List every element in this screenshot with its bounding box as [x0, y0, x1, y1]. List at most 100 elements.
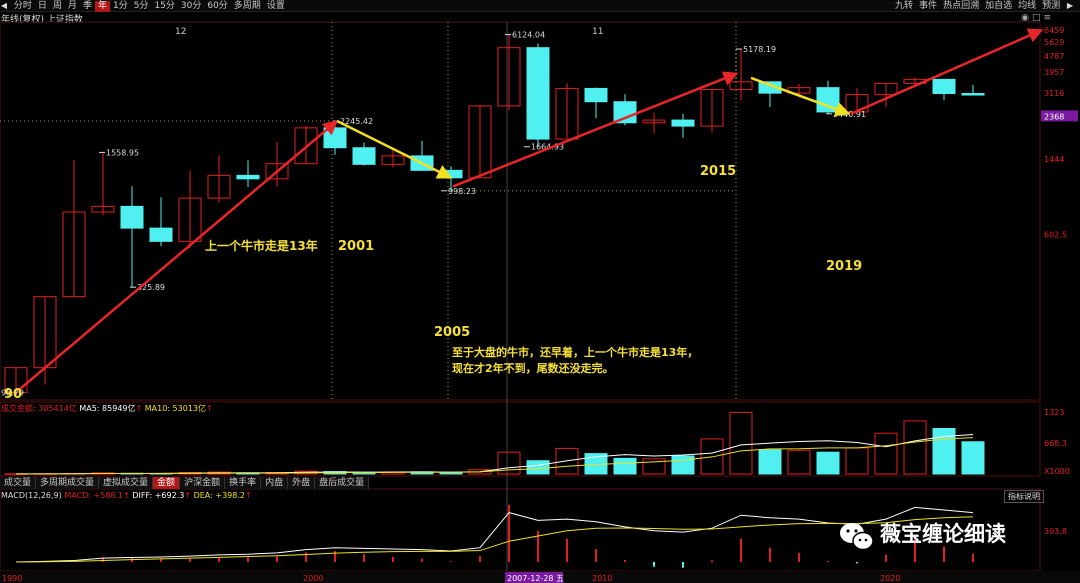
volume-bar: [787, 449, 811, 475]
cycle-count: 11: [592, 27, 603, 37]
candle: [33, 296, 57, 385]
y-tick-label: 1444: [1044, 155, 1064, 164]
candle: [236, 160, 260, 188]
indicator-tab[interactable]: 内盘: [261, 477, 289, 489]
price-label: 998.23: [448, 187, 476, 196]
indicator-tab[interactable]: 沪深金额: [180, 477, 226, 489]
candle: [178, 170, 202, 249]
candle: [323, 120, 347, 155]
candles: [4, 34, 985, 393]
candle-body: [120, 205, 144, 229]
annotation-text: 2015: [700, 164, 736, 179]
volume-tick: 668.3: [1044, 439, 1067, 448]
candle-body: [613, 101, 637, 124]
macd-value: MACD: +588.1: [64, 491, 124, 500]
y-tick-label: 4787: [1044, 52, 1064, 61]
candle: [352, 142, 376, 166]
indicator-tab[interactable]: 虚拟成交量: [99, 477, 154, 489]
volume-bar: [874, 432, 898, 475]
indicator-tab[interactable]: 多周期成交量: [36, 477, 100, 489]
y-tick-label: 602.5: [1044, 230, 1067, 239]
cycle-count: 12: [175, 27, 186, 37]
price-label: 5178.19: [743, 45, 776, 54]
trend-arrow: [850, 28, 1044, 115]
candle-body: [671, 119, 695, 127]
indicator-tab[interactable]: 盘后成交量: [315, 477, 370, 489]
volume-tick: 1323: [1044, 408, 1064, 417]
dea-line: [15, 516, 974, 563]
ma10-value: MA10: 53013亿: [144, 404, 206, 413]
candle: [207, 155, 231, 203]
indicator-tabs: 成交量 多周期成交量 虚拟成交量 金额 沪深金额 换手率 内盘 外盘 盘后成交量: [0, 477, 370, 489]
candle-body: [932, 78, 956, 95]
candle: [642, 112, 666, 134]
macd-panel: [15, 504, 974, 568]
candle: [932, 78, 956, 101]
indicator-help-button[interactable]: 指标说明: [1004, 490, 1044, 503]
volume-bars: [4, 411, 985, 475]
indicator-tab[interactable]: 换手率: [225, 477, 262, 489]
annotation-text: 上一个牛市走是13年: [205, 238, 318, 253]
y-tick-label: 6459: [1044, 26, 1064, 35]
x-tick-label: 2020: [880, 574, 900, 583]
annotation-text: 2005: [434, 325, 470, 340]
ma5-value: MA5: 85949亿: [79, 404, 136, 413]
indicator-tab[interactable]: 金额: [153, 477, 181, 489]
annotation-text: 至于大盘的牛市，还早着，上一个牛市走是13年，: [452, 345, 698, 359]
candle: [497, 34, 521, 111]
volume-bar: [729, 411, 753, 475]
candle-body: [236, 174, 260, 180]
volume-bar: [961, 441, 985, 475]
x-tick-label: 2000: [303, 574, 323, 583]
volume-bar: [526, 460, 550, 475]
x-tick-label: 2007-12-28 五: [507, 574, 564, 583]
candle-body: [584, 87, 608, 103]
volume-label: 成交金额: [1, 404, 33, 413]
y-tick-label: 3116: [1044, 89, 1064, 98]
macd-legend: MACD(12,26,9) MACD: +588.1↑ DIFF: +692.3…: [1, 491, 252, 500]
candle: [91, 152, 115, 216]
y-tick-label: 5629: [1044, 38, 1064, 47]
annotation-text: 2001: [338, 239, 374, 254]
y-tick-label: 3957: [1044, 68, 1064, 77]
price-label: 2440.91: [833, 110, 866, 119]
volume-bar: [613, 457, 637, 475]
candle: [62, 159, 86, 298]
trend-arrow: [17, 120, 339, 392]
volume-value: 305414亿: [38, 404, 77, 413]
candle: [555, 83, 579, 140]
candle: [149, 197, 173, 247]
candle: [671, 113, 695, 138]
macd-label: MACD(12,26,9): [1, 491, 62, 500]
indicator-tab[interactable]: 成交量: [0, 477, 37, 489]
annotation-text: 90: [4, 387, 22, 402]
watermark-text: 薇宝缠论细读: [880, 522, 1006, 546]
dif-value: DIFF: +692.3: [132, 491, 185, 500]
indicator-tab[interactable]: 外盘: [288, 477, 316, 489]
volume-bar: [903, 420, 927, 475]
candle: [700, 89, 724, 133]
y-tick-label: 2368: [1044, 112, 1064, 121]
candle: [961, 84, 985, 96]
annotation-text: 现在才2年不到，尾数还没走完。: [452, 361, 614, 375]
candle-body: [526, 47, 550, 140]
dif-line: [15, 506, 974, 563]
volume-tick: X1000: [1044, 467, 1070, 476]
x-tick-label: 2010: [592, 574, 612, 583]
candle-body: [352, 147, 376, 165]
annotation-text: 2019: [826, 259, 862, 274]
candle: [468, 105, 492, 179]
volume-bar: [845, 447, 869, 475]
candle-body: [323, 127, 347, 149]
candle-body: [149, 227, 173, 242]
wechat-logo-icon: [840, 523, 874, 551]
price-label: 6124.04: [512, 31, 545, 40]
volume-bar: [932, 427, 956, 475]
volume-bar: [439, 472, 463, 475]
volume-bar: [671, 455, 695, 475]
candle: [584, 87, 608, 119]
volume-legend: 成交金额: 305414亿 MA5: 85949亿↑ MA10: 53013亿↑: [1, 404, 213, 413]
candle: [526, 43, 550, 147]
candle: [120, 186, 144, 288]
candle: [294, 125, 318, 165]
